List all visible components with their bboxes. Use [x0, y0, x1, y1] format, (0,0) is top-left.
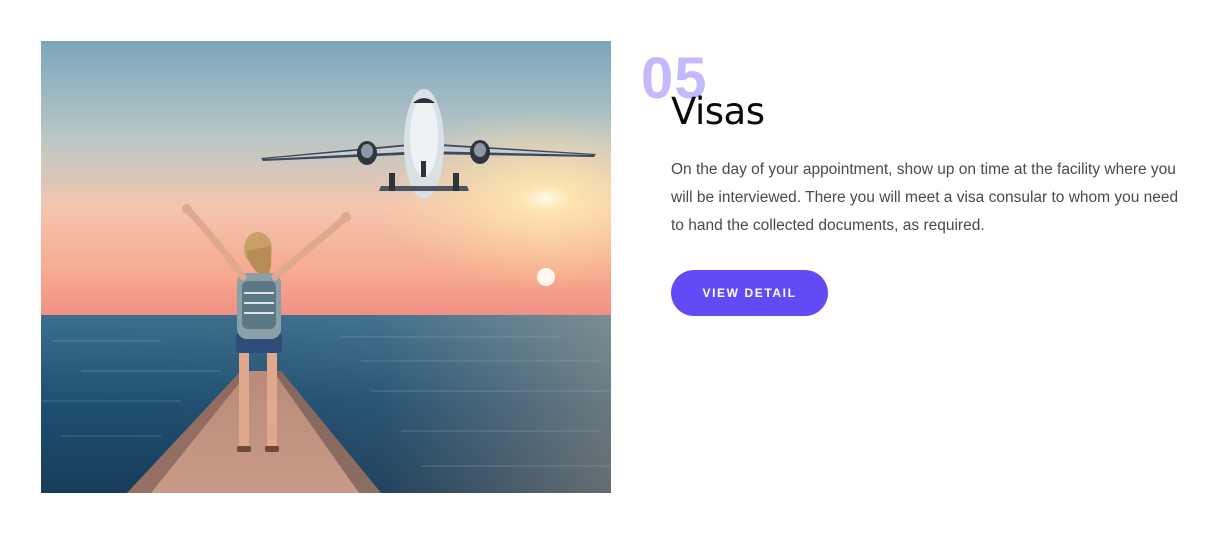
service-section: 05 Visas On the day of your appointment,…: [0, 0, 1223, 559]
service-title: Visas: [671, 90, 765, 133]
view-detail-button[interactable]: VIEW DETAIL: [671, 270, 828, 316]
service-description: On the day of your appointment, show up …: [671, 161, 1179, 234]
service-image: [41, 41, 611, 493]
